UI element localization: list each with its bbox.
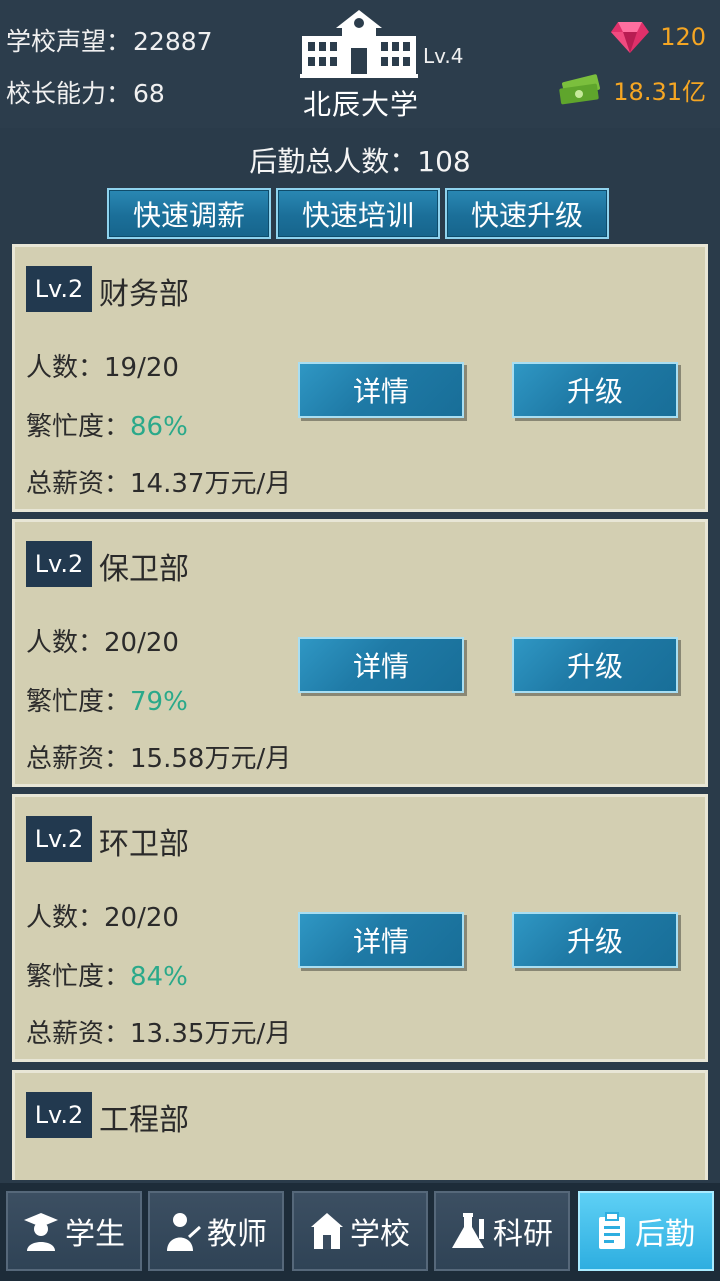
- upgrade-button[interactable]: 升级: [512, 912, 678, 968]
- cash-stack-icon: [559, 73, 601, 104]
- tab-teachers[interactable]: 教师: [148, 1191, 284, 1271]
- department-list[interactable]: Lv.2 财务部 人数：19/20 繁忙度：86% 总薪资：14.37万元/月 …: [12, 244, 708, 1180]
- busy-value: 79%: [130, 687, 188, 717]
- reputation-label: 学校声望：: [6, 27, 132, 56]
- department-name: 工程部: [99, 1103, 189, 1138]
- tab-school[interactable]: 学校: [292, 1191, 428, 1271]
- busy-rate: 繁忙度：84%: [26, 956, 188, 993]
- busy-value: 86%: [130, 412, 188, 442]
- department-card-finance: Lv.2 财务部 人数：19/20 繁忙度：86% 总薪资：14.37万元/月 …: [12, 244, 708, 512]
- quick-actions: 快速调薪 快速培训 快速升级: [107, 188, 609, 239]
- salary-value: 13.35万元/月: [130, 1019, 292, 1049]
- staff-count: 人数：20/20: [26, 622, 179, 659]
- salary-value: 14.37万元/月: [130, 469, 292, 499]
- tab-students[interactable]: 学生: [6, 1191, 142, 1271]
- top-status-bar: 学校声望：22887 校长能力：68 Lv.4 北辰大学 120 18.31亿: [0, 0, 720, 128]
- salary-value: 15.58万元/月: [130, 744, 292, 774]
- tab-label: 学生: [65, 1217, 125, 1252]
- school-level: Lv.4: [423, 44, 464, 68]
- busy-value: 84%: [130, 962, 188, 992]
- upgrade-button[interactable]: 升级: [512, 637, 678, 693]
- department-name: 环卫部: [99, 827, 189, 862]
- staff-label: 人数：: [26, 903, 105, 933]
- school-building-icon[interactable]: [298, 6, 420, 80]
- busy-rate: 繁忙度：79%: [26, 681, 188, 718]
- logistics-total-label: 后勤总人数：: [249, 145, 418, 178]
- staff-value: 19/20: [104, 353, 179, 383]
- details-button[interactable]: 详情: [298, 637, 464, 693]
- clipboard-icon: [599, 1212, 625, 1249]
- salary-label: 总薪资：: [26, 469, 131, 499]
- tab-label: 学校: [350, 1217, 410, 1252]
- tab-logistics[interactable]: 后勤: [578, 1191, 714, 1271]
- total-salary: 总薪资：15.58万元/月: [26, 738, 291, 775]
- principal-ability: 校长能力：68: [6, 74, 165, 110]
- staff-count: 人数：20/20: [26, 897, 179, 934]
- gem-count: 120: [660, 23, 706, 51]
- school-icon: [311, 1213, 343, 1249]
- school-reputation: 学校声望：22887: [6, 22, 213, 58]
- total-salary: 总薪资：13.35万元/月: [26, 1013, 291, 1050]
- department-card-engineering: Lv.2 工程部: [12, 1070, 708, 1180]
- department-card-security: Lv.2 保卫部 人数：20/20 繁忙度：79% 总薪资：15.58万元/月 …: [12, 519, 708, 787]
- staff-value: 20/20: [104, 903, 179, 933]
- salary-label: 总薪资：: [26, 1019, 131, 1049]
- ability-label: 校长能力：: [6, 79, 132, 108]
- department-level-badge: Lv.2: [26, 541, 92, 587]
- staff-value: 20/20: [104, 628, 179, 658]
- money-counter[interactable]: 18.31亿: [557, 72, 706, 107]
- logistics-total-value: 108: [417, 145, 471, 178]
- busy-label: 繁忙度：: [26, 412, 131, 442]
- quick-salary-button[interactable]: 快速调薪: [107, 188, 271, 239]
- staff-label: 人数：: [26, 353, 105, 383]
- busy-rate: 繁忙度：86%: [26, 406, 188, 443]
- department-level-badge: Lv.2: [26, 816, 92, 862]
- upgrade-button[interactable]: 升级: [512, 362, 678, 418]
- student-graduate-icon: [24, 1213, 58, 1251]
- tab-research[interactable]: 科研: [434, 1191, 570, 1271]
- department-name: 财务部: [99, 277, 189, 312]
- ability-value: 68: [133, 79, 165, 108]
- busy-label: 繁忙度：: [26, 687, 131, 717]
- tab-label: 科研: [493, 1217, 553, 1252]
- flask-icon: [452, 1213, 484, 1248]
- details-button[interactable]: 详情: [298, 362, 464, 418]
- gem-counter[interactable]: 120: [610, 20, 706, 54]
- busy-label: 繁忙度：: [26, 962, 131, 992]
- tab-label: 教师: [207, 1217, 267, 1252]
- department-name: 保卫部: [99, 552, 189, 587]
- staff-label: 人数：: [26, 628, 105, 658]
- teacher-icon: [167, 1213, 201, 1251]
- department-level-badge: Lv.2: [26, 1092, 92, 1138]
- department-card-sanitation: Lv.2 环卫部 人数：20/20 繁忙度：84% 总薪资：13.35万元/月 …: [12, 794, 708, 1062]
- tab-label: 后勤: [635, 1217, 695, 1252]
- details-button[interactable]: 详情: [298, 912, 464, 968]
- total-salary: 总薪资：14.37万元/月: [26, 463, 291, 500]
- ruby-gem-icon: [611, 22, 650, 53]
- reputation-value: 22887: [133, 27, 213, 56]
- salary-label: 总薪资：: [26, 744, 131, 774]
- quick-upgrade-button[interactable]: 快速升级: [445, 188, 609, 239]
- bottom-tab-bar: 学生 教师 学校 科研 后勤: [0, 1183, 720, 1281]
- school-name: 北辰大学: [302, 88, 419, 121]
- quick-training-button[interactable]: 快速培训: [276, 188, 440, 239]
- department-level-badge: Lv.2: [26, 266, 92, 312]
- money-amount: 18.31亿: [613, 78, 706, 106]
- logistics-total: 后勤总人数：108: [0, 140, 720, 180]
- staff-count: 人数：19/20: [26, 347, 179, 384]
